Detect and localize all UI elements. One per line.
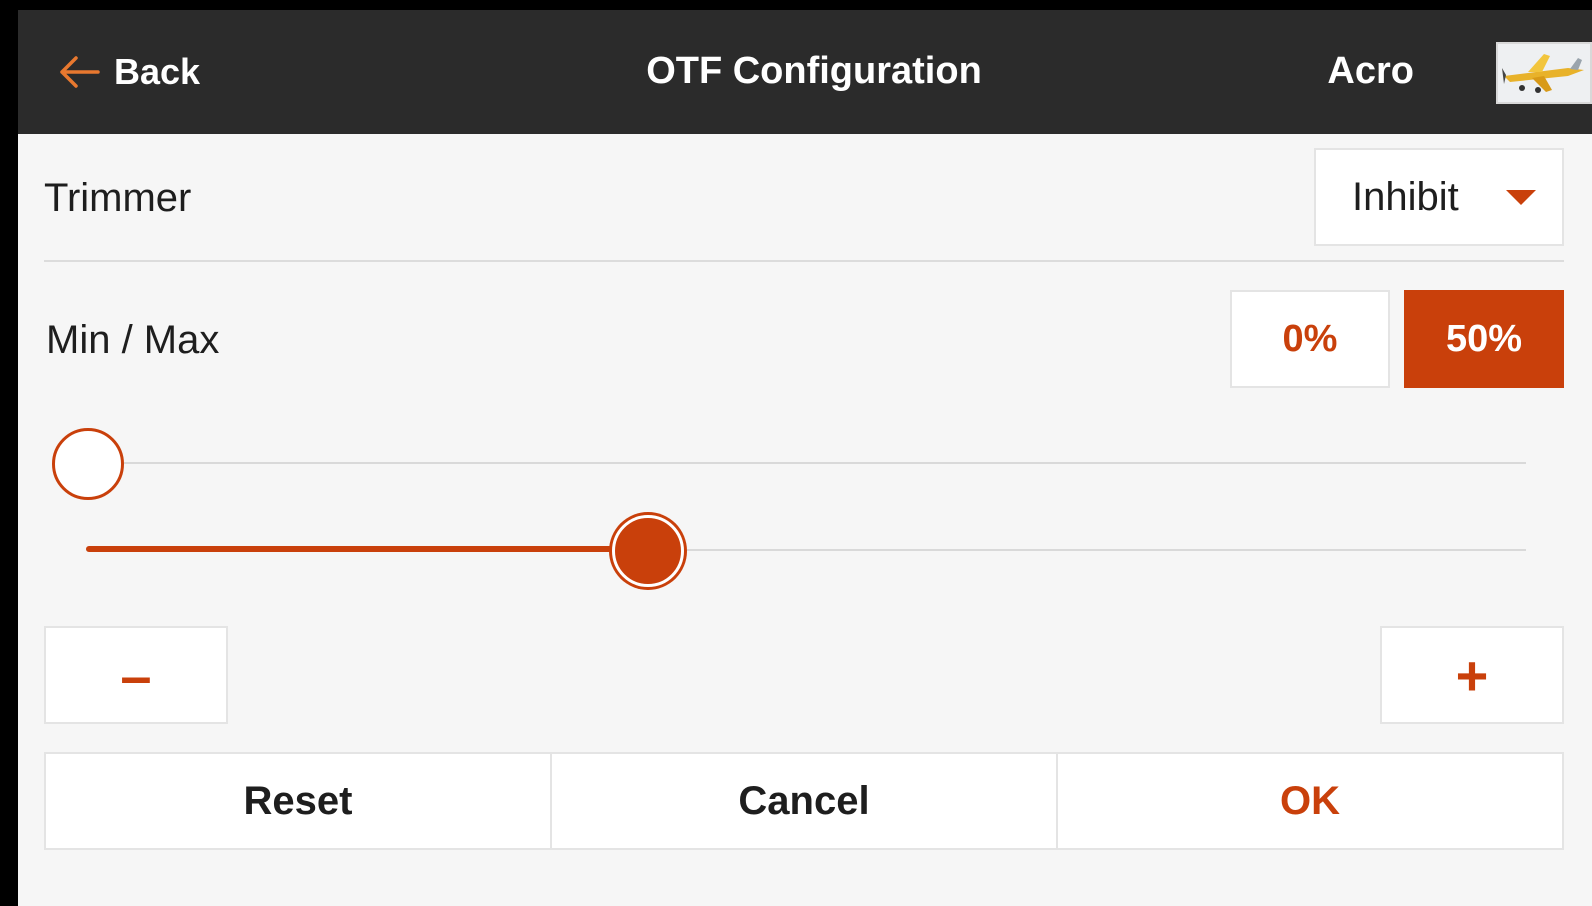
min-value-button[interactable]: 0% (1230, 290, 1390, 388)
cancel-button[interactable]: Cancel (552, 754, 1058, 848)
airplane-icon[interactable] (1496, 42, 1592, 104)
decrement-button[interactable]: – (44, 626, 228, 724)
top-bar: Back OTF Configuration Acro (18, 10, 1592, 134)
chevron-down-icon (1506, 190, 1536, 205)
increment-button[interactable]: + (1380, 626, 1564, 724)
trimmer-value: Inhibit (1352, 174, 1459, 219)
reset-button[interactable]: Reset (46, 754, 552, 848)
trimmer-label: Trimmer (44, 176, 192, 220)
max-slider-fill (86, 546, 648, 552)
min-slider-handle[interactable] (52, 428, 124, 500)
divider (44, 260, 1564, 262)
max-value-button[interactable]: 50% (1404, 290, 1564, 388)
max-slider-handle[interactable] (611, 515, 684, 587)
otf-configuration-screen: Back OTF Configuration Acro Trimmer Inhi… (0, 0, 1592, 906)
action-bar: Reset Cancel OK (44, 752, 1564, 850)
trimmer-dropdown[interactable]: Inhibit (1314, 148, 1564, 246)
model-name: Acro (1327, 50, 1414, 92)
ok-button[interactable]: OK (1058, 754, 1562, 848)
min-slider-track (86, 462, 1526, 464)
min-max-label: Min / Max (46, 318, 220, 362)
